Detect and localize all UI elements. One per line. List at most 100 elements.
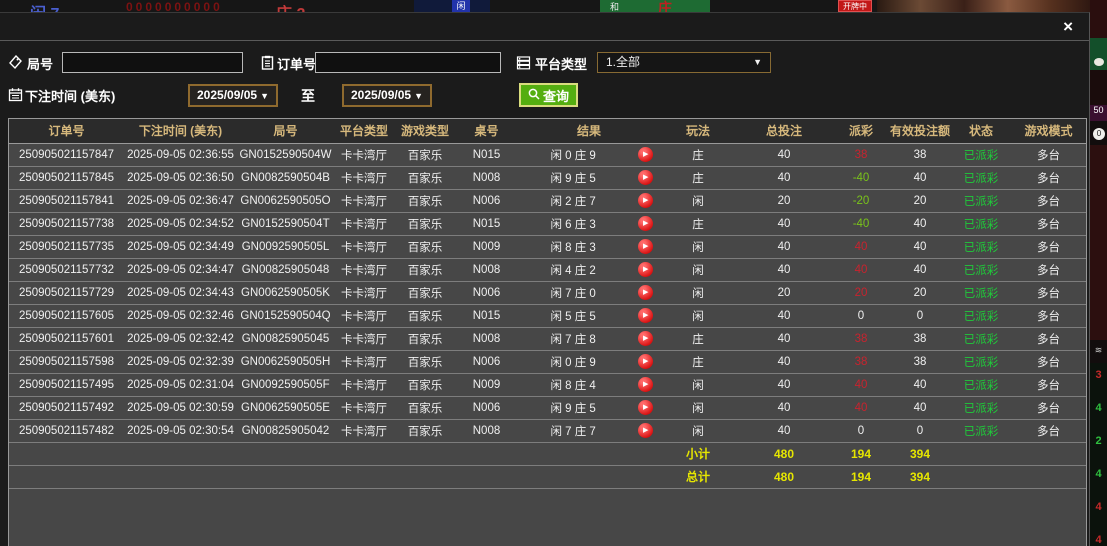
platform-type-select[interactable]: 1.全部 ▼ xyxy=(597,52,771,73)
table-row: 250905021157482 2025-09-05 02:30:54 GN00… xyxy=(9,419,1086,443)
replay-icon[interactable]: ▶ xyxy=(637,170,653,185)
cell-status: 已派彩 xyxy=(951,166,1011,190)
total-label: 总计 xyxy=(661,465,735,489)
cell-bet-time: 2025-09-05 02:36:50 xyxy=(124,166,237,190)
records-table: 订单号 下注时间 (美东) 局号 平台类型 游戏类型 桌号 结果 玩法 总投注 派彩 有效投注额 状态… xyxy=(9,119,1086,489)
cell-order-no: 250905021157729 xyxy=(9,281,124,305)
cell-game-type: 百家乐 xyxy=(394,350,456,374)
game-background-right-edge: 50 0 ≋ 3 4 2 4 4 4 xyxy=(1090,0,1107,546)
betting-records-modal: × 局号 订单号 平台类型 1.全部 ▼ 下注时间 (美东) 2025/09/0… xyxy=(0,12,1090,546)
bg-scoreboard-number: 4 xyxy=(1095,501,1102,513)
cell-table-no: N009 xyxy=(456,235,517,259)
cell-table-no: N008 xyxy=(456,327,517,351)
cell-play-type: 庄 xyxy=(661,166,735,190)
cell-game-no: GN00825905045 xyxy=(237,327,334,351)
cell-game-mode: 多台 xyxy=(1011,419,1086,443)
cell-result: 闲 0 庄 9 ▶ xyxy=(517,350,661,374)
replay-icon[interactable]: ▶ xyxy=(637,216,653,231)
cell-valid-bet: 40 xyxy=(889,166,951,190)
cell-game-mode: 多台 xyxy=(1011,189,1086,213)
date-from-value: 2025/09/05 xyxy=(197,88,258,102)
result-score: 闲 5 庄 5 xyxy=(550,310,596,323)
cell-game-type: 百家乐 xyxy=(394,258,456,282)
cell-bet-time: 2025-09-05 02:34:49 xyxy=(124,235,237,259)
cell-play-type: 闲 xyxy=(661,304,735,328)
cell-table-no: N015 xyxy=(456,212,517,236)
cell-play-type: 庄 xyxy=(661,327,735,351)
cell-platform: 卡卡湾厅 xyxy=(334,373,394,397)
cell-game-type: 百家乐 xyxy=(394,419,456,443)
cell-valid-bet: 38 xyxy=(889,350,951,374)
cell-game-mode: 多台 xyxy=(1011,304,1086,328)
cell-total-bet: 40 xyxy=(735,396,833,420)
replay-icon[interactable]: ▶ xyxy=(637,285,653,300)
cell-total-bet: 40 xyxy=(735,212,833,236)
cell-result: 闲 8 庄 4 ▶ xyxy=(517,373,661,397)
cell-game-mode: 多台 xyxy=(1011,281,1086,305)
bg-player-score: 闲 7 xyxy=(30,0,59,12)
cell-valid-bet: 0 xyxy=(889,304,951,328)
cell-play-type: 庄 xyxy=(661,350,735,374)
cell-payout: 38 xyxy=(833,350,889,374)
replay-icon[interactable]: ▶ xyxy=(637,147,653,162)
cell-status: 已派彩 xyxy=(951,212,1011,236)
cell-game-mode: 多台 xyxy=(1011,327,1086,351)
game-no-input[interactable] xyxy=(62,52,243,73)
search-button[interactable]: 查询 xyxy=(519,83,579,107)
close-icon[interactable]: × xyxy=(1063,16,1073,38)
date-to-picker[interactable]: 2025/09/05 ▼ xyxy=(342,84,432,107)
cell-valid-bet: 40 xyxy=(889,373,951,397)
cell-order-no: 250905021157847 xyxy=(9,143,124,167)
cell-result: 闲 5 庄 5 ▶ xyxy=(517,304,661,328)
platform-list-icon xyxy=(516,55,531,70)
cell-order-no: 250905021157598 xyxy=(9,350,124,374)
cell-bet-time: 2025-09-05 02:36:47 xyxy=(124,189,237,213)
records-table-panel: 订单号 下注时间 (美东) 局号 平台类型 游戏类型 桌号 结果 玩法 总投注 派彩 有效投注额 状态… xyxy=(8,118,1087,546)
cell-result: 闲 6 庄 3 ▶ xyxy=(517,212,661,236)
cell-table-no: N006 xyxy=(456,189,517,213)
cell-game-mode: 多台 xyxy=(1011,373,1086,397)
cell-game-no: GN0082590504B xyxy=(237,166,334,190)
cell-valid-bet: 20 xyxy=(889,281,951,305)
replay-icon[interactable]: ▶ xyxy=(637,262,653,277)
cell-platform: 卡卡湾厅 xyxy=(334,396,394,420)
cell-play-type: 庄 xyxy=(661,212,735,236)
bg-edge-chip-50: 50 xyxy=(1090,105,1107,121)
cell-status: 已派彩 xyxy=(951,143,1011,167)
column-header: 结果 xyxy=(517,119,661,144)
table-row: 250905021157841 2025-09-05 02:36:47 GN00… xyxy=(9,189,1086,213)
cell-payout: 38 xyxy=(833,327,889,351)
cell-valid-bet: 38 xyxy=(889,327,951,351)
replay-icon[interactable]: ▶ xyxy=(637,239,653,254)
cell-result: 闲 9 庄 5 ▶ xyxy=(517,166,661,190)
cell-play-type: 庄 xyxy=(661,143,735,167)
chevron-down-icon: ▼ xyxy=(260,91,269,101)
result-score: 闲 9 庄 5 xyxy=(550,172,596,185)
replay-icon[interactable]: ▶ xyxy=(637,354,653,369)
replay-icon[interactable]: ▶ xyxy=(637,377,653,392)
cell-order-no: 250905021157738 xyxy=(9,212,124,236)
cell-order-no: 250905021157482 xyxy=(9,419,124,443)
cell-total-bet: 40 xyxy=(735,235,833,259)
date-from-picker[interactable]: 2025/09/05 ▼ xyxy=(188,84,278,107)
cell-order-no: 250905021157601 xyxy=(9,327,124,351)
bg-scoreboard-number: 2 xyxy=(1095,435,1102,447)
replay-icon[interactable]: ▶ xyxy=(637,193,653,208)
cell-platform: 卡卡湾厅 xyxy=(334,166,394,190)
replay-icon[interactable]: ▶ xyxy=(637,331,653,346)
bg-scoreboard-number: 4 xyxy=(1095,402,1102,414)
cell-platform: 卡卡湾厅 xyxy=(334,327,394,351)
cell-platform: 卡卡湾厅 xyxy=(334,143,394,167)
cell-game-no: GN0152590504Q xyxy=(237,304,334,328)
bg-scoreboard-number: 4 xyxy=(1095,468,1102,480)
table-row: 250905021157735 2025-09-05 02:34:49 GN00… xyxy=(9,235,1086,259)
cell-game-type: 百家乐 xyxy=(394,235,456,259)
cell-platform: 卡卡湾厅 xyxy=(334,235,394,259)
cell-game-no: GN0152590504T xyxy=(237,212,334,236)
replay-icon[interactable]: ▶ xyxy=(637,308,653,323)
order-no-input[interactable] xyxy=(315,52,501,73)
replay-icon[interactable]: ▶ xyxy=(637,400,653,415)
cell-valid-bet: 40 xyxy=(889,396,951,420)
replay-icon[interactable]: ▶ xyxy=(637,423,653,438)
search-button-label: 查询 xyxy=(543,88,570,104)
